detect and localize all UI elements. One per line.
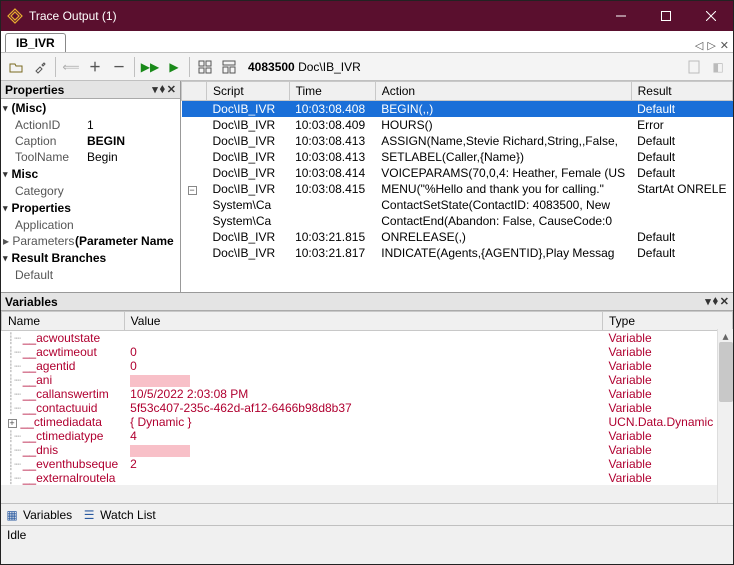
tools-icon[interactable] <box>29 56 51 78</box>
scroll-up-icon[interactable]: ▴ <box>718 329 733 341</box>
variable-row[interactable]: ┊┈__aniVariable <box>2 373 733 387</box>
prop-default-label: Default <box>15 268 87 282</box>
prop-toolname-label: ToolName <box>15 150 87 164</box>
variable-row[interactable]: ┊┈__externalroutelaVariable <box>2 471 733 485</box>
prop-category-label: Category <box>15 184 87 198</box>
breadcrumb: 4083500 Doc\IB_IVR <box>248 60 361 74</box>
variables-icon: ▦ <box>5 508 19 522</box>
redacted-value <box>130 375 190 387</box>
tab-next-icon[interactable]: ▷ <box>707 39 715 52</box>
prop-group-misc1[interactable]: (Misc) <box>1 99 180 117</box>
prop-toolname-value[interactable]: Begin <box>87 150 118 164</box>
settings-icon[interactable]: ◧ <box>707 56 729 78</box>
col-type[interactable]: Type <box>603 312 733 331</box>
doc-tab[interactable]: IB_IVR <box>5 33 66 52</box>
variable-row[interactable]: ┊┈__acwtimeout0Variable <box>2 345 733 359</box>
remove-icon[interactable]: － <box>108 56 130 78</box>
prop-caption-value[interactable]: BEGIN <box>87 134 125 148</box>
panel-close-icon[interactable]: ✕ <box>720 295 729 308</box>
properties-title: Properties <box>5 83 64 97</box>
col-action[interactable]: Action <box>375 82 631 101</box>
scrollbar[interactable]: ▴ <box>717 329 733 503</box>
col-script[interactable]: Script <box>207 82 290 101</box>
variable-row[interactable]: ┊┈__dnisVariable <box>2 443 733 457</box>
expand-icon[interactable]: + <box>8 419 17 428</box>
trace-row[interactable]: System\CaContactEnd(Abandon: False, Caus… <box>182 213 733 229</box>
collapse-icon[interactable]: − <box>188 186 197 195</box>
prop-parameters-value[interactable]: (Parameter Name <box>75 234 174 248</box>
trace-row[interactable]: System\CaContactSetState(ContactID: 4083… <box>182 197 733 213</box>
grid-icon[interactable] <box>194 56 216 78</box>
variable-row[interactable]: ┊┈__callanswertim10/5/2022 2:03:08 PMVar… <box>2 387 733 401</box>
prop-actionid-label: ActionID <box>15 118 87 132</box>
trace-row[interactable]: Doc\IB_IVR10:03:08.413SETLABEL(Caller,{N… <box>182 149 733 165</box>
col-time[interactable]: Time <box>289 82 375 101</box>
step-icon[interactable]: ▶ <box>163 56 185 78</box>
trace-grid[interactable]: Script Time Action Result Doc\IB_IVR10:0… <box>181 81 733 292</box>
trace-row[interactable]: Doc\IB_IVR10:03:21.817INDICATE(Agents,{A… <box>182 245 733 261</box>
run-icon[interactable]: ▶▶ <box>139 56 161 78</box>
variables-grid[interactable]: Name Value Type ┊┈__acwoutstateVariable┊… <box>1 311 733 485</box>
maximize-button[interactable] <box>643 1 688 31</box>
trace-row[interactable]: Doc\IB_IVR10:03:08.413ASSIGN(Name,Stevie… <box>182 133 733 149</box>
prop-caption-label: Caption <box>15 134 87 148</box>
close-button[interactable] <box>688 1 733 31</box>
titlebar: Trace Output (1) <box>1 1 733 31</box>
property-grid[interactable]: (Misc) ActionID1 CaptionBEGIN ToolNameBe… <box>1 99 180 292</box>
prop-group-misc2[interactable]: Misc <box>1 165 180 183</box>
panel-close-icon[interactable]: ✕ <box>167 83 176 96</box>
minimize-button[interactable] <box>598 1 643 31</box>
prop-parameters-label[interactable]: Parameters <box>12 234 74 248</box>
variable-row[interactable]: +__ctimediadata{ Dynamic }UCN.Data.Dynam… <box>2 415 733 429</box>
panel-dropdown-icon[interactable]: ▾ <box>152 83 158 96</box>
doc-tabstrip: IB_IVR ◁ ▷ ✕ <box>1 31 733 53</box>
scroll-thumb[interactable] <box>719 342 733 402</box>
col-value[interactable]: Value <box>124 312 602 331</box>
variable-row[interactable]: ┊┈__acwoutstateVariable <box>2 331 733 346</box>
pin-icon[interactable]: ⬧ <box>713 295 718 308</box>
page-icon[interactable] <box>683 56 705 78</box>
trace-row[interactable]: −Doc\IB_IVR10:03:08.415MENU("%Hello and … <box>182 181 733 197</box>
variables-panel-header: Variables ▾⬧✕ <box>1 293 733 311</box>
open-icon[interactable] <box>5 56 27 78</box>
trace-row[interactable]: Doc\IB_IVR10:03:08.409HOURS()Error <box>182 117 733 133</box>
trace-row[interactable]: Doc\IB_IVR10:03:08.414VOICEPARAMS(70,0,4… <box>182 165 733 181</box>
tab-variables[interactable]: ▦Variables <box>5 508 72 522</box>
col-result[interactable]: Result <box>631 82 732 101</box>
add-icon[interactable]: ＋ <box>84 56 106 78</box>
variable-row[interactable]: ┊┈__ctimediatype4Variable <box>2 429 733 443</box>
watchlist-icon: ☰ <box>82 508 96 522</box>
col-name[interactable]: Name <box>2 312 125 331</box>
tab-watchlist[interactable]: ☰Watch List <box>82 508 156 522</box>
variable-row[interactable]: ┊┈__eventhubseque2Variable <box>2 457 733 471</box>
prop-actionid-value[interactable]: 1 <box>87 118 94 132</box>
panel-dropdown-icon[interactable]: ▾ <box>705 295 711 308</box>
prop-group-properties[interactable]: Properties <box>1 199 180 217</box>
variable-row[interactable]: ┊┈__contactuuid5f53c407-235c-462d-af12-6… <box>2 401 733 415</box>
variables-title: Variables <box>5 295 58 309</box>
doc-path: Doc\IB_IVR <box>298 60 361 74</box>
properties-panel-header: Properties ▾⬧✕ <box>1 81 180 99</box>
redacted-value <box>130 445 190 457</box>
pin-icon[interactable]: ⬧ <box>160 83 165 96</box>
trace-row[interactable]: Doc\IB_IVR10:03:21.815ONRELEASE(,)Defaul… <box>182 229 733 245</box>
prop-group-branches[interactable]: Result Branches <box>1 249 180 267</box>
status-bar: Idle <box>1 525 733 545</box>
back-icon[interactable]: ⟸ <box>60 56 82 78</box>
variable-row[interactable]: ┊┈__agentid0Variable <box>2 359 733 373</box>
tab-close-icon[interactable]: ✕ <box>720 39 729 52</box>
trace-row[interactable]: Doc\IB_IVR10:03:08.408BEGIN(,,)Default <box>182 101 733 118</box>
app-icon <box>7 8 23 24</box>
tab-prev-icon[interactable]: ◁ <box>695 39 703 52</box>
toolbar: ⟸ ＋ － ▶▶ ▶ 4083500 Doc\IB_IVR ◧ <box>1 53 733 81</box>
bottom-tabstrip: ▦Variables ☰Watch List <box>1 503 733 525</box>
window-title: Trace Output (1) <box>29 9 598 23</box>
prop-application-label: Application <box>15 218 87 232</box>
layout-icon[interactable] <box>218 56 240 78</box>
contact-id: 4083500 <box>248 60 295 74</box>
